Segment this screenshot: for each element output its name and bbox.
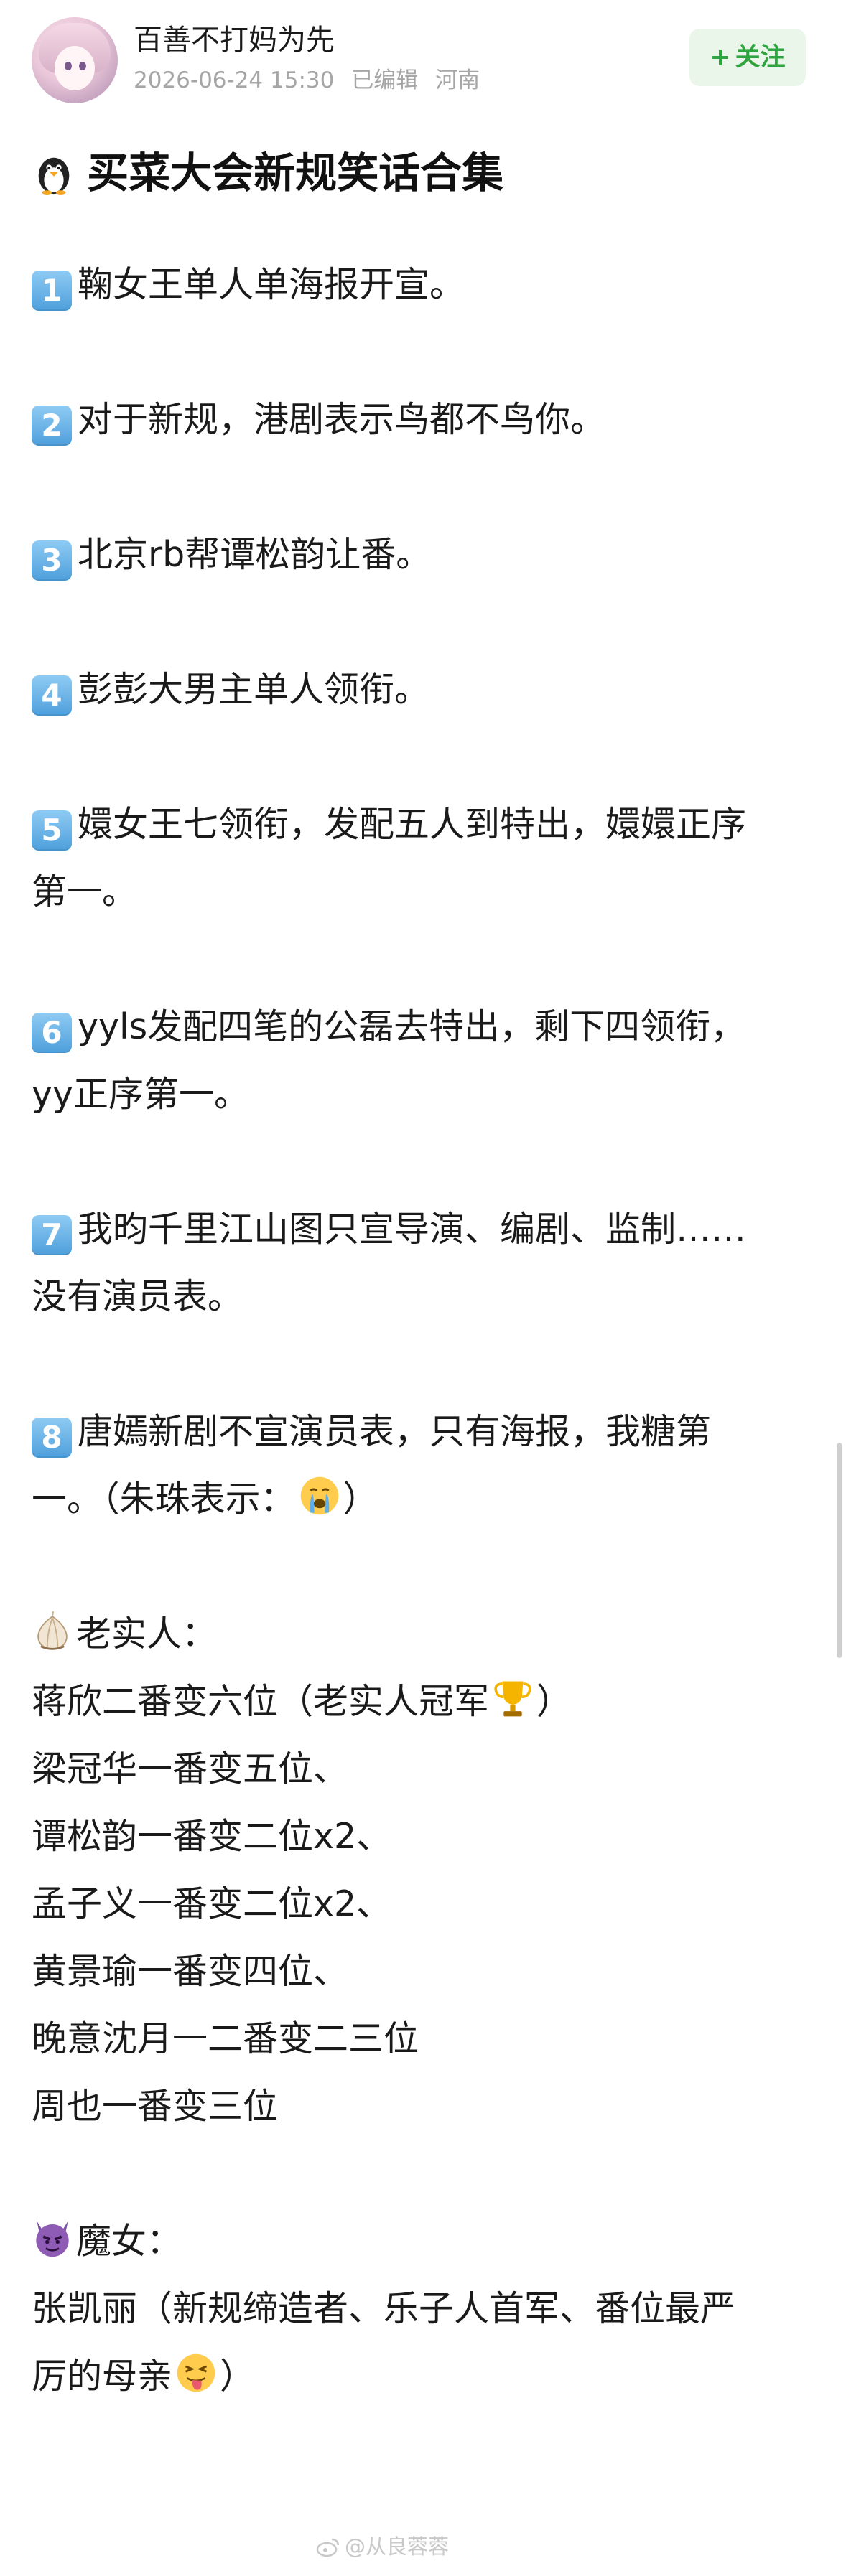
list-item-text: 蒋欣二番变六位（老实人冠军	[32, 1681, 490, 1722]
section-heading-text: 魔女：	[76, 2221, 182, 2262]
list-item-text: 鞠女王单人单海报开宣。	[78, 264, 465, 305]
crying-face-icon	[300, 1476, 338, 1515]
list-item: 2 对于新规，港剧表示鸟都不鸟你。	[32, 386, 814, 454]
list-item-text: ）	[343, 1479, 378, 1519]
list-item: 谭松韵一番变二位x2、	[32, 1816, 392, 1857]
post-date: 2026-06-24 15:30	[134, 67, 335, 93]
list-item-text: ）	[220, 2356, 256, 2397]
list-item-text: yyls发配四笔的公磊去特出，剩下四领衔，	[78, 1006, 746, 1047]
list-item: 5 嬛女王七领衔，发配五人到特出，嬛嬛正序	[32, 791, 814, 858]
list-item: 8 唐嫣新剧不宣演员表，只有海报，我糖第	[32, 1398, 814, 1466]
keycap-2-icon: 2	[32, 406, 72, 446]
list-item: 6 yyls发配四笔的公磊去特出，剩下四领衔，	[32, 993, 814, 1061]
list-item: 1 鞠女王单人单海报开宣。	[32, 251, 814, 319]
section-heading-honest: 老实人：	[32, 1601, 814, 1668]
penguin-icon	[38, 157, 70, 195]
keycap-6-icon: 6	[32, 1013, 72, 1053]
post-title: 买菜大会新规笑话合集	[87, 149, 504, 197]
post-header: 百善不打妈为先 2026-06-24 15:30 已编辑 河南 + 关注	[0, 0, 846, 115]
keycap-5-icon: 5	[32, 810, 72, 851]
list-item: 周也一番变三位	[32, 2086, 279, 2127]
watermark-text: @从良蓉蓉	[345, 2534, 450, 2559]
follow-label: 关注	[735, 43, 786, 72]
garlic-icon	[37, 1611, 68, 1650]
post-body: 1 鞠女王单人单海报开宣。 2 对于新规，港剧表示鸟都不鸟你。 3 北京rb帮谭松韵让…	[32, 251, 814, 2410]
follow-button[interactable]: + 关注	[689, 29, 806, 86]
keycap-7-icon: 7	[32, 1215, 72, 1255]
list-item-continuation: 厉的母亲 ）	[32, 2343, 814, 2410]
post-title-row: 买菜大会新规笑话合集	[32, 148, 503, 198]
watermark: @从良蓉蓉	[316, 2532, 449, 2561]
list-item: 梁冠华一番变五位、	[32, 1748, 349, 1789]
keycap-4-icon: 4	[32, 675, 72, 716]
edited-label: 已编辑	[351, 67, 419, 93]
list-item-text: 唐嫣新剧不宣演员表，只有海报，我糖第	[78, 1411, 712, 1452]
trophy-icon	[494, 1681, 531, 1717]
list-item-continuation: 第一。	[32, 871, 138, 912]
keycap-8-icon: 8	[32, 1418, 72, 1458]
list-item: 4 彭彭大男主单人领衔。	[32, 656, 814, 723]
weibo-logo-icon	[316, 2538, 340, 2557]
tongue-out-face-icon	[177, 2353, 215, 2392]
list-item: 蒋欣二番变六位（老实人冠军 ）	[32, 1668, 814, 1736]
scrollbar[interactable]	[837, 1443, 842, 1658]
list-item-text: 北京rb帮谭松韵让番。	[78, 534, 432, 575]
section-heading-text: 老实人：	[76, 1613, 218, 1654]
keycap-1-icon: 1	[32, 271, 72, 311]
plus-icon: +	[710, 43, 731, 72]
list-item: 黄景瑜一番变四位、	[32, 1951, 349, 1992]
list-item-text: 我昀千里江山图只宣导演、编剧、监制……	[78, 1209, 747, 1250]
location-label: 河南	[435, 67, 480, 93]
list-item-text: 对于新规，港剧表示鸟都不鸟你。	[78, 399, 606, 440]
keycap-3-icon: 3	[32, 540, 72, 581]
purple-devil-icon	[36, 2221, 69, 2257]
post-meta: 2026-06-24 15:30 已编辑 河南	[134, 66, 490, 95]
list-item: 晚意沈月一二番变二三位	[32, 2018, 419, 2059]
list-item-text: 彭彭大男主单人领衔。	[78, 669, 430, 710]
avatar[interactable]	[32, 17, 118, 103]
list-item-text: 厉的母亲	[32, 2356, 173, 2397]
list-item-text: ）	[536, 1681, 572, 1722]
list-item-continuation: 一。（朱珠表示： ）	[32, 1466, 814, 1533]
list-item-text: 嬛女王七领衔，发配五人到特出，嬛嬛正序	[78, 804, 747, 845]
username[interactable]: 百善不打妈为先	[134, 22, 335, 59]
section-heading-witch: 魔女：	[32, 2208, 814, 2275]
list-item-continuation: 没有演员表。	[32, 1276, 243, 1317]
list-item-text: 一。（朱珠表示：	[32, 1479, 296, 1519]
list-item-continuation: yy正序第一。	[32, 1074, 249, 1115]
list-item: 张凯丽（新规缔造者、乐子人首军、番位最严	[32, 2288, 736, 2329]
list-item: 孟子义一番变二位x2、	[32, 1883, 392, 1924]
list-item: 7 我昀千里江山图只宣导演、编剧、监制……	[32, 1196, 814, 1263]
list-item: 3 北京rb帮谭松韵让番。	[32, 521, 814, 589]
